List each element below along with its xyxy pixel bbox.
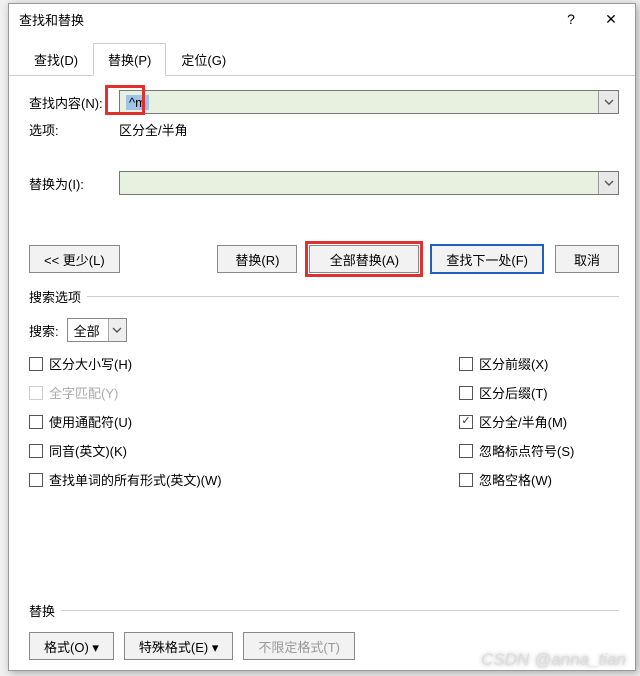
replace-format-title: 替换 bbox=[29, 601, 55, 620]
match-case-checkbox[interactable]: 区分大小写(H) bbox=[29, 354, 459, 373]
search-direction-dropdown[interactable] bbox=[108, 319, 126, 341]
tab-goto[interactable]: 定位(G) bbox=[166, 43, 241, 76]
checkbox-icon bbox=[29, 415, 43, 429]
less-button[interactable]: << 更少(L) bbox=[29, 245, 120, 273]
cancel-button[interactable]: 取消 bbox=[555, 245, 619, 273]
checkbox-icon bbox=[29, 444, 43, 458]
help-button[interactable]: ? bbox=[551, 5, 591, 33]
checkbox-icon bbox=[459, 444, 473, 458]
replace-row: 替换为(I): bbox=[29, 171, 619, 195]
search-direction-select[interactable]: 全部 bbox=[67, 318, 127, 342]
search-direction-row: 搜索: 全部 bbox=[29, 318, 619, 342]
word-forms-checkbox[interactable]: 查找单词的所有形式(英文)(W) bbox=[29, 470, 459, 489]
checkbox-icon bbox=[459, 386, 473, 400]
chevron-down-icon bbox=[604, 97, 614, 107]
format-button[interactable]: 格式(O) ▾ bbox=[29, 632, 114, 660]
replace-button[interactable]: 替换(R) bbox=[217, 245, 297, 273]
search-direction-value: 全部 bbox=[68, 321, 108, 340]
button-row: << 更少(L) 替换(R) 全部替换(A) 查找下一处(F) 取消 bbox=[29, 245, 619, 273]
checkbox-columns: 区分大小写(H) 全字匹配(Y) 使用通配符(U) 同音(英文)(K) 查找单词… bbox=[29, 354, 619, 489]
find-value: ^m bbox=[126, 95, 149, 110]
replace-label: 替换为(I): bbox=[29, 174, 119, 193]
find-replace-dialog: 查找和替换 ? ✕ 查找(D) 替换(P) 定位(G) 查找内容(N): ^m … bbox=[8, 3, 636, 671]
checkbox-icon bbox=[459, 415, 473, 429]
tab-replace[interactable]: 替换(P) bbox=[93, 43, 166, 76]
find-label: 查找内容(N): bbox=[29, 93, 119, 112]
chevron-down-icon bbox=[604, 178, 614, 188]
search-direction-label: 搜索: bbox=[29, 321, 59, 340]
chevron-down-icon bbox=[112, 325, 122, 335]
options-label: 选项: bbox=[29, 120, 119, 139]
space-checkbox[interactable]: 忽略空格(W) bbox=[459, 470, 619, 489]
find-dropdown-button[interactable] bbox=[598, 91, 618, 113]
tab-strip: 查找(D) 替换(P) 定位(G) bbox=[9, 38, 635, 76]
tab-find[interactable]: 查找(D) bbox=[19, 43, 93, 76]
prefix-checkbox[interactable]: 区分前缀(X) bbox=[459, 354, 619, 373]
replace-dropdown-button[interactable] bbox=[598, 172, 618, 194]
suffix-checkbox[interactable]: 区分后缀(T) bbox=[459, 383, 619, 402]
wildcards-checkbox[interactable]: 使用通配符(U) bbox=[29, 412, 459, 431]
fullhalf-checkbox[interactable]: 区分全/半角(M) bbox=[459, 412, 619, 431]
options-row: 选项: 区分全/半角 bbox=[29, 120, 619, 139]
left-column: 区分大小写(H) 全字匹配(Y) 使用通配符(U) 同音(英文)(K) 查找单词… bbox=[29, 354, 459, 489]
special-format-button[interactable]: 特殊格式(E) ▾ bbox=[124, 632, 233, 660]
close-button[interactable]: ✕ bbox=[591, 5, 631, 33]
replace-format-group: 替换 bbox=[29, 601, 619, 620]
no-format-button: 不限定格式(T) bbox=[243, 632, 355, 660]
dialog-title: 查找和替换 bbox=[19, 10, 551, 29]
find-row: 查找内容(N): ^m bbox=[29, 90, 619, 114]
checkbox-icon bbox=[29, 473, 43, 487]
checkbox-icon bbox=[459, 473, 473, 487]
find-input[interactable]: ^m bbox=[119, 90, 619, 114]
replace-input[interactable] bbox=[119, 171, 619, 195]
right-column: 区分前缀(X) 区分后缀(T) 区分全/半角(M) 忽略标点符号(S) 忽略空格… bbox=[459, 354, 619, 489]
sounds-like-checkbox[interactable]: 同音(英文)(K) bbox=[29, 441, 459, 460]
checkbox-icon bbox=[459, 357, 473, 371]
checkbox-icon bbox=[29, 386, 43, 400]
titlebar: 查找和替换 ? ✕ bbox=[9, 4, 635, 34]
footer-section: 替换 格式(O) ▾ 特殊格式(E) ▾ 不限定格式(T) bbox=[29, 601, 619, 660]
replace-all-button[interactable]: 全部替换(A) bbox=[309, 245, 419, 273]
checkbox-icon bbox=[29, 357, 43, 371]
find-next-button[interactable]: 查找下一处(F) bbox=[431, 245, 543, 273]
options-value: 区分全/半角 bbox=[119, 120, 188, 139]
whole-word-checkbox: 全字匹配(Y) bbox=[29, 383, 459, 402]
dialog-content: 查找内容(N): ^m 选项: 区分全/半角 替换为(I): << bbox=[9, 76, 635, 670]
search-options-group: 搜索选项 bbox=[29, 287, 619, 306]
punct-checkbox[interactable]: 忽略标点符号(S) bbox=[459, 441, 619, 460]
search-options-title: 搜索选项 bbox=[29, 287, 81, 306]
